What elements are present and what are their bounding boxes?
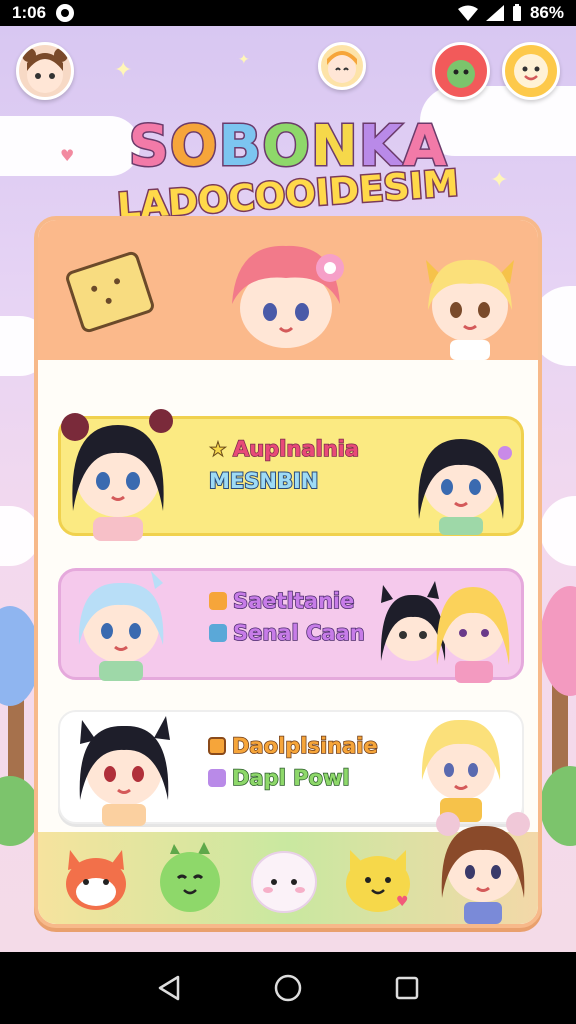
white-bunny-mascot-icon[interactable] (244, 840, 324, 916)
status-right: 86% (457, 3, 564, 23)
svg-text:♥: ♥ (396, 894, 409, 910)
card-3-label-2: Dapl Powl (231, 765, 350, 791)
game-title: SOBONKA LADOCOOIDESIM (0, 113, 576, 230)
recents-button[interactable] (387, 968, 427, 1008)
title-letter: B (217, 113, 263, 181)
friend-avatar-button[interactable] (318, 42, 366, 90)
status-bar: 1:06 86% (0, 0, 576, 26)
card-3-line-2[interactable]: Dapl Powl (208, 765, 378, 791)
dino-mascot-icon[interactable] (150, 832, 230, 916)
wifi-icon (457, 5, 478, 21)
menu-card-1[interactable]: ★ Auplnalnia MESNBIN (58, 409, 524, 541)
menu-card-2[interactable]: Saetltanie Senal Caan (58, 568, 524, 683)
home-button[interactable] (268, 968, 308, 1008)
blonde-character-icon (426, 259, 514, 360)
card-2-text: Saetltanie Senal Caan (209, 588, 365, 646)
card-1-line-2[interactable]: MESNBIN (208, 468, 359, 494)
card-2-label-2: Senal Caan (232, 620, 365, 646)
book-icon (208, 737, 226, 755)
signal-icon (485, 5, 504, 21)
two-friends-icon (380, 581, 510, 683)
battery-percent: 86% (529, 3, 564, 22)
main-panel: ★ Auplnalnia MESNBIN Saetltanie Senal Ca… (34, 216, 542, 928)
happy-face-icon (514, 54, 548, 88)
dark-hair-girl-icon (418, 439, 512, 535)
star-icon: ★ (209, 437, 228, 462)
card-3-text: Daolplsinaie Dapl Powl (208, 733, 378, 791)
mascot-shelf: ♥ (38, 812, 538, 924)
title-letter: O (168, 113, 219, 181)
tree (540, 586, 576, 696)
card-2-line-2[interactable]: Senal Caan (209, 620, 365, 646)
notification-icon (56, 4, 75, 22)
sparkle-icon: ✦ (238, 52, 250, 68)
sparkle-icon: ✦ (114, 58, 133, 83)
trophy-icon (208, 769, 226, 787)
title-letter: S (127, 113, 170, 181)
fox-mascot-icon[interactable] (56, 836, 136, 916)
card-3-label-1: Daolplsinaie (231, 733, 378, 759)
game-scene: ✦ ✦ ✦ ♥ SOBONKA LADOCOOIDESIM ★ Auplnaln… (0, 26, 576, 952)
avatar-face-icon (22, 48, 68, 93)
cracker-icon (63, 249, 157, 335)
brown-hair-girl-icon[interactable] (428, 802, 538, 924)
status-time: 1:06 (12, 3, 47, 22)
card-3-line-1[interactable]: Daolplsinaie (208, 733, 378, 759)
pet-shop-button[interactable] (432, 42, 490, 100)
back-triangle-icon (159, 975, 180, 1001)
panel-header (38, 220, 538, 360)
card-2-label-1: Saetltanie (232, 588, 355, 614)
blue-hair-character-icon (78, 571, 164, 681)
card-1-label-2: MESNBIN (208, 468, 319, 494)
smiling-face-icon (327, 51, 357, 83)
yellow-cat-mascot-icon[interactable]: ♥ (338, 834, 418, 916)
player-avatar-button[interactable] (16, 42, 74, 100)
bookmark-icon (209, 624, 227, 642)
cloud (540, 496, 576, 566)
bush (540, 766, 576, 846)
emoji-menu-button[interactable] (502, 42, 560, 100)
title-letter: N (309, 113, 359, 181)
card-1-text: ★ Auplnalnia MESNBIN (208, 436, 360, 494)
card-1-line-1[interactable]: ★ Auplnalnia (209, 436, 360, 462)
home-circle-icon (274, 974, 302, 1002)
recents-square-icon (395, 976, 418, 1000)
system-nav-bar (0, 952, 576, 1024)
cat-ear-girl-icon (79, 716, 170, 826)
pink-hair-character-icon (232, 245, 344, 348)
green-pet-icon (447, 60, 475, 88)
back-button[interactable] (149, 968, 189, 1008)
heart-icon (209, 592, 227, 610)
card-2-line-1[interactable]: Saetltanie (209, 588, 365, 614)
dark-hair-character-icon (61, 409, 173, 541)
battery-icon (512, 4, 521, 21)
title-letter: O (261, 113, 312, 181)
card-1-label-1: Auplnalnia (232, 436, 360, 462)
